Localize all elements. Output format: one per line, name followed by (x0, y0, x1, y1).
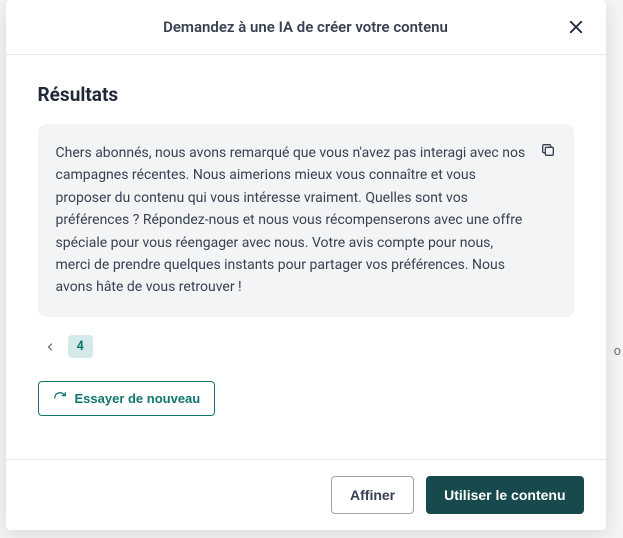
pagination: 4 (38, 335, 574, 359)
refresh-icon (53, 391, 67, 405)
use-content-button[interactable]: Utiliser le contenu (426, 476, 583, 514)
page-number: 4 (68, 335, 93, 358)
close-icon (567, 18, 585, 36)
retry-label: Essayer de nouveau (75, 391, 201, 406)
ai-content-modal: Demandez à une IA de créer votre contenu… (6, 0, 606, 530)
copy-icon (540, 142, 556, 158)
results-heading: Résultats (38, 83, 574, 106)
modal-body: Résultats Chers abonnés, nous avons rema… (6, 55, 606, 459)
retry-button[interactable]: Essayer de nouveau (38, 381, 216, 416)
result-card: Chers abonnés, nous avons remarqué que v… (38, 124, 574, 317)
copy-button[interactable] (536, 138, 560, 162)
chevron-left-icon (44, 341, 56, 353)
modal-footer: Affiner Utiliser le contenu (6, 459, 606, 530)
result-text: Chers abonnés, nous avons remarqué que v… (56, 145, 526, 295)
page-prev-button[interactable] (38, 335, 62, 359)
modal-header: Demandez à une IA de créer votre contenu (6, 0, 606, 55)
background-text: o (614, 344, 621, 359)
close-button[interactable] (562, 13, 590, 41)
modal-title: Demandez à une IA de créer votre contenu (163, 18, 448, 36)
refine-button[interactable]: Affiner (331, 476, 414, 514)
